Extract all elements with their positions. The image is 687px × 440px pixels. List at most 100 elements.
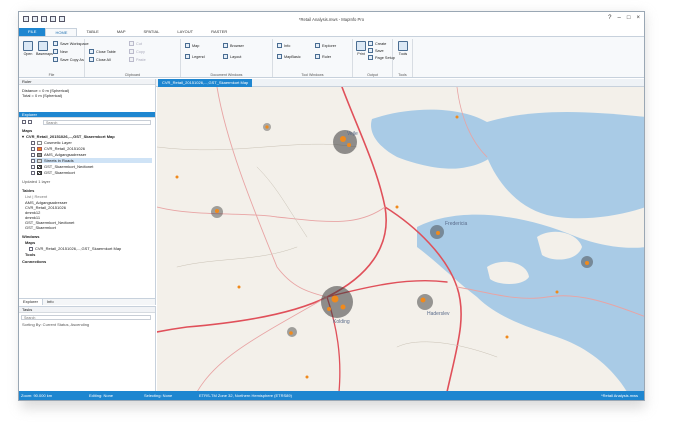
status-zoom[interactable]: Zoom: 90.000 km (21, 393, 52, 398)
tools-group-label: Tools (398, 73, 407, 77)
tab-explorer[interactable]: Explorer (19, 299, 43, 305)
title-bar: *Retail Analysis.mws - MapInfo Pro ? – □… (19, 12, 644, 28)
cut-button[interactable]: Cut (129, 41, 142, 46)
tool-windows-group: Info MapBasic Explorer Ruler Tool Window… (273, 39, 353, 77)
map-tab-bar: CVR_Retail_20151026,...,GST_Skaermkort M… (156, 79, 644, 87)
retail-point (265, 125, 269, 129)
water-body (537, 231, 582, 260)
table-item[interactable]: GST_Skaermkort (25, 225, 56, 230)
status-selecting[interactable]: Selecting: None (144, 393, 172, 398)
tab-layout[interactable]: LAYOUT (168, 28, 202, 36)
tables-heading[interactable]: Tables (22, 188, 34, 193)
tab-home[interactable]: HOME (45, 28, 78, 36)
expand-icon[interactable]: ▾ (22, 134, 24, 139)
save-copy-as-button[interactable]: Save Copy As (53, 57, 84, 62)
retail-point (289, 331, 293, 335)
layer-row[interactable]: GST_Skaermkort (31, 170, 75, 175)
retail-point (395, 205, 399, 209)
app-window: *Retail Analysis.mws - MapInfo Pro ? – □… (18, 11, 645, 401)
explorer-search-input[interactable] (43, 120, 151, 125)
connections-heading[interactable]: Connections (22, 259, 46, 264)
document-windows-group: Map Legend Browser Layout Document Windo… (181, 39, 273, 77)
retail-point (455, 115, 459, 119)
layer-row[interactable]: GST_Skaermkort_Nedtonet (31, 164, 93, 169)
tab-info[interactable]: Info (43, 299, 58, 305)
tab-raster[interactable]: RASTER (202, 28, 236, 36)
file-group: Open Basemaps Save Workspace New Save Co… (19, 39, 89, 77)
map-canvas[interactable]: Vejle Fredericia Kolding Haderslev (157, 87, 645, 392)
window-title: *Retail Analysis.mws - MapInfo Pro (298, 17, 365, 22)
copy-button[interactable]: Copy (129, 49, 145, 54)
output-group-label: Output (367, 73, 378, 77)
save-output-button[interactable]: Save (368, 48, 384, 53)
map-window-button[interactable]: Map (185, 43, 199, 48)
ruler-title: Ruler (19, 79, 155, 85)
layer-row-selected[interactable]: Streets in Roads (31, 158, 152, 163)
document-windows-label: Document Windows (210, 73, 243, 77)
panel-tabs: Explorer Info (19, 298, 156, 305)
list-recent-toggle[interactable]: List | Recent (25, 194, 47, 199)
tab-file[interactable]: FILE (19, 28, 46, 36)
tasks-search-input[interactable] (21, 315, 151, 320)
explorer-window-button[interactable]: Explorer (315, 43, 336, 48)
paste-button[interactable]: Paste (129, 57, 146, 62)
window-item[interactable]: CVR_Retail_20151026,...,GST_Skaermkort M… (29, 246, 121, 251)
close-table-button[interactable]: Close Table (89, 49, 116, 54)
help-icon[interactable]: ? (608, 15, 611, 21)
explorer-panel: Explorer Maps ▾CVR_Retail_20151026,...,G… (19, 112, 156, 298)
layer-row[interactable]: Cosmetic Layer (31, 140, 72, 145)
close-all-button[interactable]: Close All (89, 57, 111, 62)
add-icon[interactable] (22, 120, 26, 124)
tab-table[interactable]: TABLE (77, 28, 107, 36)
tools-button[interactable]: Tools (396, 41, 410, 56)
mapbasic-window-button[interactable]: MapBasic (277, 54, 301, 59)
save-workspace-button[interactable]: Save Workspace (53, 41, 89, 46)
map-view[interactable]: Vejle Fredericia Kolding Haderslev (157, 87, 645, 392)
map-tree-node[interactable]: ▾ CVR_Retail_20151026,...,GST_Skaermkort … (22, 134, 115, 139)
filter-icon[interactable] (28, 120, 32, 124)
maximize-icon[interactable]: □ (627, 15, 631, 21)
retail-point (420, 297, 426, 303)
page-setup-button[interactable]: Page Setup (368, 55, 395, 60)
create-button[interactable]: Create (368, 41, 386, 46)
ruler-window-button[interactable]: Ruler (315, 54, 331, 59)
retail-point (305, 375, 309, 379)
tools-node[interactable]: Tools (25, 252, 35, 257)
water-body (417, 214, 644, 392)
town-cluster (321, 286, 353, 318)
map-document-tab[interactable]: CVR_Retail_20151026,...,GST_Skaermkort M… (158, 79, 253, 87)
road-minor (256, 166, 308, 238)
windows-maps-node[interactable]: Maps (25, 240, 35, 245)
windows-heading[interactable]: Windows (22, 234, 40, 239)
retail-point (555, 290, 559, 294)
info-window-button[interactable]: Info (277, 43, 290, 48)
road-minor (176, 246, 298, 268)
layer-row[interactable]: AMS_Adgangsadresser (31, 152, 86, 157)
close-icon[interactable]: × (636, 15, 640, 21)
layout-window-button[interactable]: Layout (223, 54, 241, 59)
status-projection[interactable]: ETRS-TM Zone 32, Northern Hemisphere (ET… (199, 393, 292, 398)
status-editing[interactable]: Editing: None (89, 393, 113, 398)
legend-window-button[interactable]: Legend (185, 54, 205, 59)
minimize-icon[interactable]: – (618, 15, 621, 21)
browser-window-button[interactable]: Browser (223, 43, 244, 48)
tasks-sort-label[interactable]: Sorting By: Current Status, Ascending (22, 322, 89, 327)
open-button[interactable]: Open (21, 41, 35, 56)
road-minor (396, 341, 498, 358)
retail-point (585, 261, 589, 265)
tab-map[interactable]: MAP (108, 28, 135, 36)
clipboard-group: Close Table Close All Cut Copy Paste Cli… (85, 39, 181, 77)
ruler-total: Total = 0 m (Spherical) (22, 93, 63, 98)
maps-heading[interactable]: Maps (22, 128, 32, 133)
status-bar: Zoom: 90.000 km Editing: None Selecting:… (19, 391, 644, 400)
new-button[interactable]: New (53, 49, 68, 54)
tab-spatial[interactable]: SPATIAL (135, 28, 169, 36)
layer-row[interactable]: CVR_Retail_20151026 (31, 146, 85, 151)
clipboard-group-label: Clipboard (124, 73, 141, 77)
place-label-kolding: Kolding (333, 319, 350, 325)
tasks-panel: Tasks Sorting By: Current Status, Ascend… (19, 306, 156, 392)
ruler-panel: Ruler Distance = 0 m (Spherical) Total =… (19, 79, 156, 112)
print-button[interactable]: Print (354, 41, 368, 56)
basemaps-button[interactable]: Basemaps (36, 41, 53, 56)
tool-windows-label: Tool Windows (301, 73, 324, 77)
